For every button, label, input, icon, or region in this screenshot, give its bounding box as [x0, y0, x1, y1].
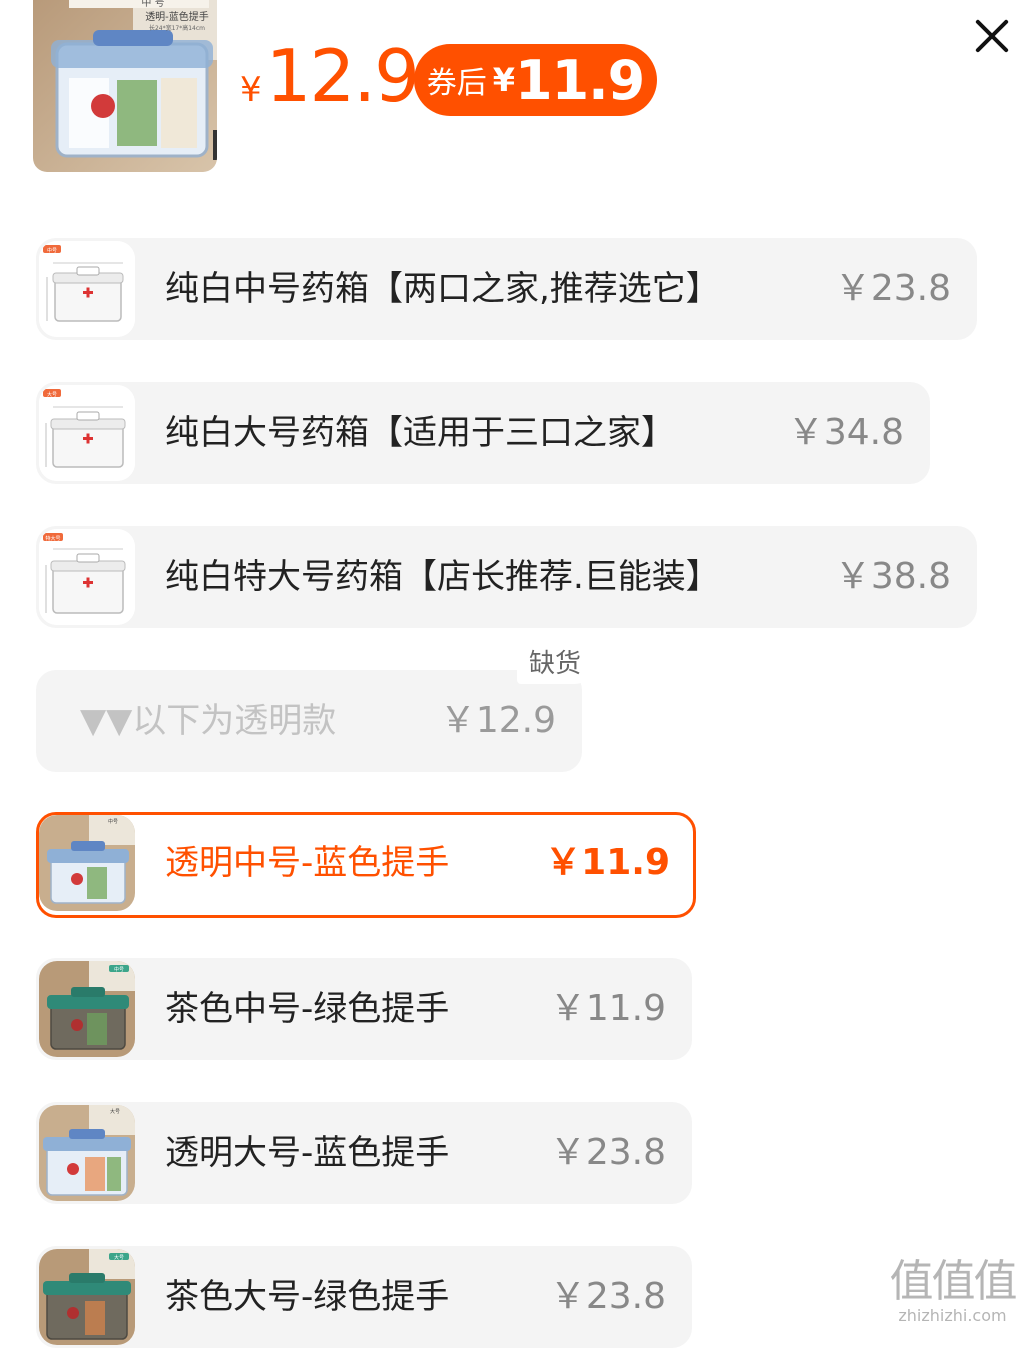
current-price-value: 12.9 [265, 34, 420, 118]
svg-text:特大号: 特大号 [45, 535, 60, 542]
currency-symbol: ¥ [240, 70, 262, 110]
sku-option[interactable]: 大号 纯白大号药箱【适用于三口之家】 ￥34.8 [36, 382, 930, 484]
sku-name: 透明中号-蓝色提手 [165, 843, 450, 883]
svg-text:中号: 中号 [108, 818, 118, 825]
sku-thumbnail: 大号 [39, 1249, 135, 1345]
sku-option[interactable]: 中号 茶色中号-绿色提手 ￥11.9 [36, 958, 692, 1060]
current-price: ¥ 12.9 [240, 34, 420, 118]
sku-thumbnail: 特大号 [39, 529, 135, 625]
sku-thumbnail: 大号 [39, 1105, 135, 1201]
sku-price: ￥23.8 [549, 1132, 666, 1173]
svg-text:大号: 大号 [110, 1108, 120, 1115]
coupon-price-badge: 券后 ¥ 11.9 [414, 44, 657, 116]
sku-name: 纯白特大号药箱【店长推荐.巨能装】 [165, 557, 720, 597]
sku-thumbnail: 中号 [39, 241, 135, 337]
sku-name: 茶色中号-绿色提手 [165, 989, 450, 1029]
svg-text:中号: 中号 [47, 247, 57, 254]
sku-price: ￥12.9 [439, 700, 556, 741]
coupon-currency: ¥ [492, 61, 516, 99]
svg-text:大号: 大号 [114, 1254, 124, 1261]
sku-price: ￥11.9 [549, 988, 666, 1029]
sku-name: ▼▼以下为透明款 [80, 701, 337, 741]
sku-price: ￥23.8 [834, 268, 951, 309]
sku-name: 纯白中号药箱【两口之家,推荐选它】 [165, 269, 720, 309]
thumb-caption-1: 中 号 [141, 0, 164, 9]
out-of-stock-badge: 缺货 [517, 644, 594, 684]
coupon-label: 券后 [426, 66, 487, 101]
sku-name: 纯白大号药箱【适用于三口之家】 [165, 413, 675, 453]
sku-option[interactable]: 大号 茶色大号-绿色提手 ￥23.8 [36, 1246, 692, 1348]
thumb-caption-2: 透明-蓝色提手 [145, 10, 209, 23]
svg-text:中号: 中号 [114, 966, 124, 973]
sku-thumbnail: 大号 [39, 385, 135, 481]
sku-option-out-of-stock: ▼▼以下为透明款 ￥12.9 [36, 670, 582, 772]
sku-price: ￥23.8 [549, 1276, 666, 1317]
sku-name: 透明大号-蓝色提手 [165, 1133, 450, 1173]
product-main-image[interactable]: 中 号 透明-蓝色提手 长24*宽17*高14cm [33, 0, 217, 172]
sku-name: 茶色大号-绿色提手 [165, 1277, 450, 1317]
sku-thumbnail: 中号 [39, 961, 135, 1057]
sku-option[interactable]: 特大号 纯白特大号药箱【店长推荐.巨能装】 ￥38.8 [36, 526, 977, 628]
sku-option[interactable]: 中号 纯白中号药箱【两口之家,推荐选它】 ￥23.8 [36, 238, 977, 340]
sku-option-selected[interactable]: 中号 透明中号-蓝色提手 ￥11.9 [36, 812, 696, 918]
close-icon[interactable] [968, 12, 1016, 60]
watermark: 值值值 zhizhizhi.com [880, 1258, 1025, 1334]
coupon-price-value: 11.9 [515, 48, 645, 112]
svg-text:大号: 大号 [47, 391, 57, 398]
sku-price: ￥34.8 [787, 412, 904, 453]
thumb-caption-3: 长24*宽17*高14cm [149, 24, 205, 32]
sku-price: ￥38.8 [834, 556, 951, 597]
watermark-url: zhizhizhi.com [898, 1306, 1007, 1325]
sku-price: ￥11.9 [545, 842, 670, 883]
sku-option[interactable]: 大号 透明大号-蓝色提手 ￥23.8 [36, 1102, 692, 1204]
sku-thumbnail: 中号 [39, 815, 135, 911]
watermark-logo: 值值值 [889, 1256, 1018, 1307]
